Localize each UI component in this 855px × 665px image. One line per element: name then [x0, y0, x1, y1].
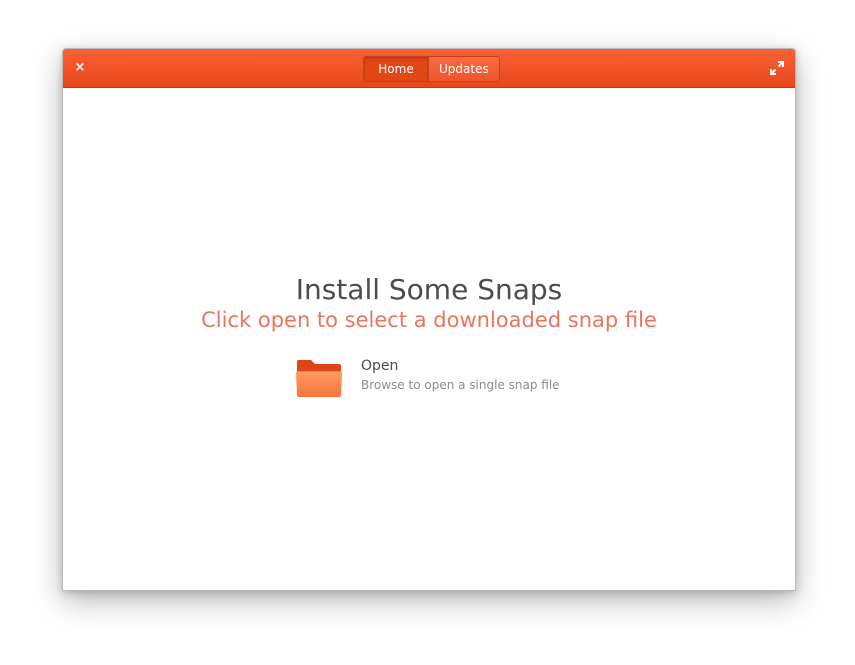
maximize-button[interactable]: [769, 60, 785, 76]
tab-updates[interactable]: Updates: [428, 57, 499, 81]
main-content: Install Some Snaps Click open to select …: [63, 88, 795, 590]
view-switcher: Home Updates: [363, 56, 500, 82]
open-description: Browse to open a single snap file: [361, 378, 560, 392]
maximize-icon: [770, 61, 784, 75]
open-label: Open: [361, 358, 399, 374]
headerbar: × Home Updates: [63, 49, 795, 88]
close-button[interactable]: ×: [73, 61, 87, 75]
tab-home[interactable]: Home: [364, 57, 428, 81]
page-subtitle: Click open to select a downloaded snap f…: [201, 308, 657, 332]
page-title: Install Some Snaps: [295, 273, 563, 306]
open-file-button[interactable]: Open Browse to open a single snap file: [293, 354, 593, 400]
app-window: × Home Updates Install Some Snaps Click …: [62, 48, 796, 591]
folder-icon: [296, 360, 342, 397]
close-icon: ×: [74, 60, 86, 75]
